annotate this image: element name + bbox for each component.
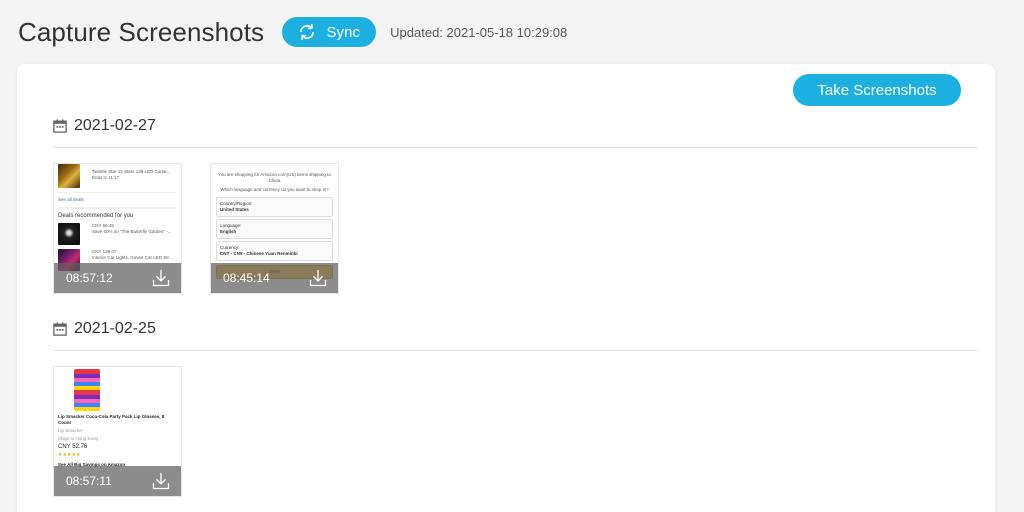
product-image [58,223,80,245]
page-title: Capture Screenshots [18,16,265,47]
date-label: 2021-02-25 [74,319,156,337]
preview-panel: Country/Region: United States [216,197,333,217]
capture-time: 08:57:12 [66,271,113,285]
download-icon [152,472,170,490]
sync-label: Sync [326,23,360,41]
download-button[interactable] [308,268,328,288]
preview-text: Save 50% on "The Butterfly Garden" -... [92,229,172,234]
thumbnail-list: Lip Smacker Coca-Cola Party Pack Lip Glo… [53,366,978,506]
thumbnail-overlay: 08:57:12 [54,263,181,293]
date-header: 2021-02-27 [53,114,978,148]
product-image [74,369,100,411]
sync-button[interactable]: Sync [282,17,377,47]
sync-icon [300,24,315,40]
thumbnail-overlay: 08:45:14 [211,263,338,293]
product-image [58,164,80,188]
preview-panel: Language: English [216,219,333,239]
take-screenshots-button[interactable]: Take Screenshots [793,74,961,106]
date-group: 2021-02-27 Twinkle Star 12 Stars 138 LED… [53,114,978,303]
preview-text: CNY 52.76 [58,444,88,450]
preview-text: Lip Smacker [58,428,84,433]
calendar-icon [53,118,67,133]
thumbnail-list: Twinkle Star 12 Stars 138 LED Curtai... … [53,163,978,303]
preview-panel: Currency: CNY - CN¥ - Chinese Yuan Renmi… [216,241,333,261]
preview-text: Lip Smacker Coca-Cola Party Pack Lip Glo… [58,414,165,425]
calendar-icon [53,321,67,336]
preview-text: Ends in 11:17 [92,175,120,180]
capture-time: 08:45:14 [223,271,270,285]
download-button[interactable] [151,471,171,491]
download-icon [309,269,327,287]
screenshot-thumbnail[interactable]: You are shopping for Amazon.com(US) item… [210,163,339,294]
screenshots-card: Take Screenshots 2021-02-27 Twinkle Star… [17,64,995,512]
capture-time: 08:57:11 [66,474,112,488]
preview-text: English [220,229,237,234]
thumbnail-overlay: 08:57:11 [54,466,181,496]
header: Capture Screenshots Sync Updated: 2021-0… [18,14,567,50]
download-button[interactable] [151,268,171,288]
screenshot-preview: Lip Smacker Coca-Cola Party Pack Lip Glo… [54,367,181,468]
preview-text: See all deals [58,197,84,202]
preview-text: United States [220,207,249,212]
date-header: 2021-02-25 [53,317,978,351]
download-icon [152,269,170,287]
screenshot-preview: Twinkle Star 12 Stars 138 LED Curtai... … [54,164,181,273]
preview-text: CNY - CN¥ - Chinese Yuan Renminbi [220,251,298,256]
updated-timestamp: Updated: 2021-05-18 10:29:08 [390,24,568,40]
preview-text: Interior Car Lights, Govee Car LED Str..… [92,255,173,260]
screenshot-thumbnail[interactable]: Twinkle Star 12 Stars 138 LED Curtai... … [53,163,182,294]
preview-text: Deals recommended for you [58,213,134,219]
preview-text: Which language and currency do you want … [220,187,329,192]
date-group: 2021-02-25 Lip Smacker Coca-Cola Party P… [53,317,978,506]
date-label: 2021-02-27 [74,116,156,134]
preview-text: Ships to Hong Kong [58,436,99,441]
screenshot-thumbnail[interactable]: Lip Smacker Coca-Cola Party Pack Lip Glo… [53,366,182,497]
